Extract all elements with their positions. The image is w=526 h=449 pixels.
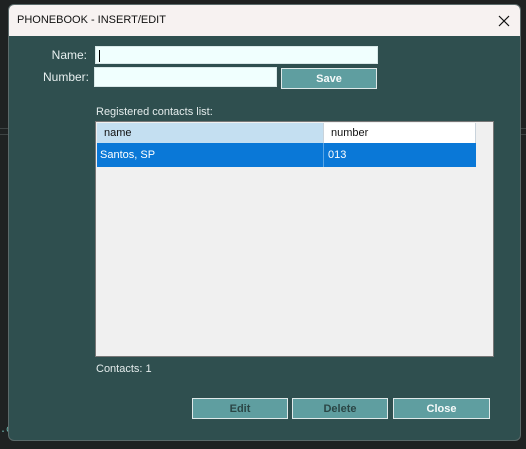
table-row[interactable]: Santos, SP 013 <box>97 143 476 167</box>
contacts-list-heading: Registered contacts list: <box>96 106 213 118</box>
phonebook-dialog: PHONEBOOK - INSERT/EDIT Name: Number: Sa… <box>8 4 521 441</box>
name-field[interactable] <box>95 46 378 64</box>
number-label: Number: <box>42 70 89 84</box>
number-field[interactable] <box>94 67 277 87</box>
close-icon <box>498 15 510 26</box>
table-header: name number <box>97 123 476 143</box>
contacts-table[interactable]: name number Santos, SP 013 <box>95 121 494 357</box>
window-close-button[interactable] <box>488 5 520 36</box>
title-bar[interactable]: PHONEBOOK - INSERT/EDIT <box>9 5 520 36</box>
close-button[interactable]: Close <box>393 398 490 419</box>
name-label: Name: <box>51 48 87 62</box>
contacts-count: Contacts: 1 <box>96 363 152 375</box>
column-header-number[interactable]: number <box>324 123 476 143</box>
cell-name: Santos, SP <box>97 143 324 167</box>
text-caret <box>99 50 100 62</box>
column-header-name[interactable]: name <box>97 123 324 143</box>
cell-number: 013 <box>328 149 347 161</box>
edit-button[interactable]: Edit <box>192 398 288 419</box>
window-title: PHONEBOOK - INSERT/EDIT <box>17 14 166 26</box>
delete-button[interactable]: Delete <box>292 398 388 419</box>
save-button[interactable]: Save <box>281 68 377 89</box>
